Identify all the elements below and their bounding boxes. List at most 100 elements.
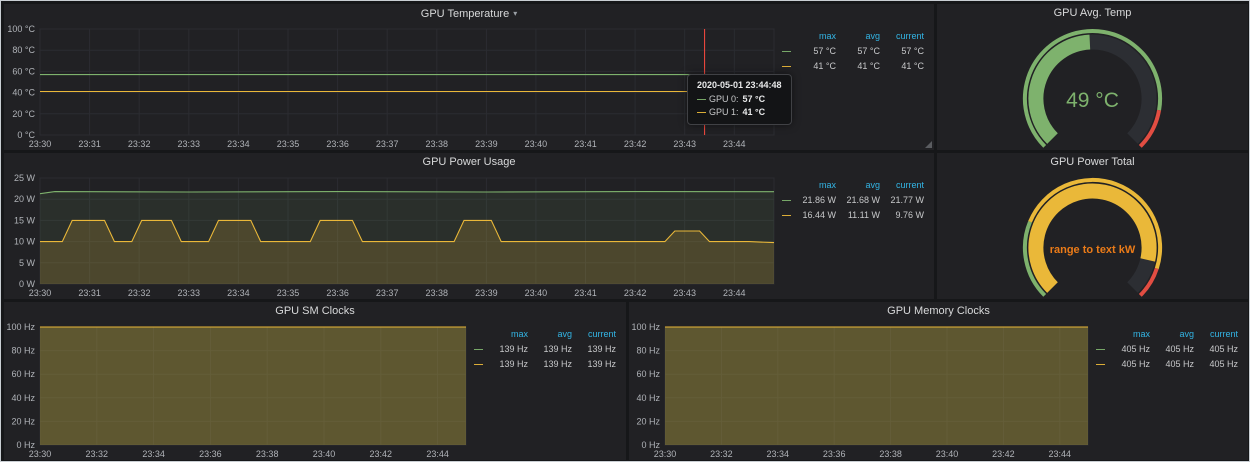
panel-title-gpu-temperature[interactable]: GPU Temperature ▾ bbox=[4, 4, 934, 23]
gpu-sm-clocks-svg: 0 Hz20 Hz40 Hz60 Hz80 Hz100 Hz23:3023:32… bbox=[4, 321, 474, 460]
series-color-dash: — bbox=[782, 61, 791, 71]
legend-value: 41 °C bbox=[836, 59, 880, 74]
legend-sort-avg[interactable]: avg bbox=[836, 178, 880, 193]
gauge-svg bbox=[937, 172, 1248, 299]
legend-value: 21.68 W bbox=[836, 193, 880, 208]
legend-value: 21.77 W bbox=[880, 193, 924, 208]
gauge-svg bbox=[937, 23, 1248, 150]
legend-value: 57 °C bbox=[880, 44, 924, 59]
panel-title-text: GPU Power Total bbox=[1050, 156, 1134, 168]
tooltip-series-row: —GPU 0:57 °C bbox=[697, 93, 782, 106]
legend-sort-current[interactable]: current bbox=[880, 29, 924, 44]
legend-series-gpu-0[interactable]: —GPU 057 °C57 °C57 °C bbox=[782, 44, 924, 59]
svg-text:100 Hz: 100 Hz bbox=[6, 322, 35, 332]
legend-sort-avg[interactable]: avg bbox=[528, 327, 572, 342]
legend-series-gpu-1[interactable]: —GPU 1405 Hz405 Hz405 Hz bbox=[1096, 357, 1238, 372]
legend-value: 9.76 W bbox=[880, 208, 924, 223]
series-color-dash: — bbox=[782, 46, 791, 56]
series-fill-gpu-1 bbox=[665, 327, 1088, 445]
chevron-down-icon[interactable]: ▾ bbox=[513, 9, 517, 18]
panel-title-gpu-memory-clocks[interactable]: GPU Memory Clocks bbox=[629, 302, 1248, 321]
svg-text:60 °C: 60 °C bbox=[12, 66, 35, 76]
legend-sort-max[interactable]: max bbox=[484, 327, 528, 342]
svg-text:60 Hz: 60 Hz bbox=[636, 369, 660, 379]
legend-value: 405 Hz bbox=[1194, 357, 1238, 372]
tooltip-series-value: 57 °C bbox=[743, 94, 766, 104]
series-color-dash: — bbox=[697, 94, 706, 104]
legend-sort-current[interactable]: current bbox=[1194, 327, 1238, 342]
svg-text:5 W: 5 W bbox=[19, 258, 36, 268]
legend-series-gpu-1[interactable]: —GPU 141 °C41 °C41 °C bbox=[782, 59, 924, 74]
gauge-value-arc bbox=[1036, 191, 1149, 288]
svg-text:80 °C: 80 °C bbox=[12, 45, 35, 55]
svg-text:23:36: 23:36 bbox=[823, 449, 846, 459]
legend-value: 405 Hz bbox=[1194, 342, 1238, 357]
legend-sort-current[interactable]: current bbox=[572, 327, 616, 342]
legend-series-gpu-1[interactable]: —GPU 1139 Hz139 Hz139 Hz bbox=[474, 357, 616, 372]
gpu-sm-clocks-chart[interactable]: 0 Hz20 Hz40 Hz60 Hz80 Hz100 Hz23:3023:32… bbox=[4, 321, 474, 460]
legend-series-gpu-0[interactable]: —GPU 021.86 W21.68 W21.77 W bbox=[782, 193, 924, 208]
svg-text:23:38: 23:38 bbox=[879, 449, 902, 459]
svg-text:80 Hz: 80 Hz bbox=[11, 346, 35, 356]
panel-title-text: GPU Power Usage bbox=[423, 156, 516, 168]
legend-value: 139 Hz bbox=[484, 342, 528, 357]
legend-value: 139 Hz bbox=[572, 342, 616, 357]
legend-sort-max[interactable]: max bbox=[792, 29, 836, 44]
svg-text:23:36: 23:36 bbox=[199, 449, 222, 459]
svg-text:23:40: 23:40 bbox=[313, 449, 336, 459]
legend-value: 41 °C bbox=[880, 59, 924, 74]
series-color-dash: — bbox=[782, 195, 791, 205]
legend-sort-max[interactable]: max bbox=[1106, 327, 1150, 342]
legend-header-row: maxavgcurrent bbox=[782, 178, 924, 193]
svg-text:40 Hz: 40 Hz bbox=[636, 393, 660, 403]
svg-text:23:43: 23:43 bbox=[673, 139, 696, 149]
legend-sort-avg[interactable]: avg bbox=[836, 29, 880, 44]
panel-gpu-sm-clocks: GPU SM Clocks 0 Hz20 Hz40 Hz60 Hz80 Hz10… bbox=[4, 302, 626, 460]
legend-series-gpu-1[interactable]: —GPU 116.44 W11.11 W9.76 W bbox=[782, 208, 924, 223]
legend-series-gpu-0[interactable]: —GPU 0139 Hz139 Hz139 Hz bbox=[474, 342, 616, 357]
legend-value: 405 Hz bbox=[1150, 342, 1194, 357]
svg-text:23:37: 23:37 bbox=[376, 139, 399, 149]
legend-value: 16.44 W bbox=[792, 208, 836, 223]
gpu-memory-clocks-chart[interactable]: 0 Hz20 Hz40 Hz60 Hz80 Hz100 Hz23:3023:32… bbox=[629, 321, 1096, 460]
svg-text:23:39: 23:39 bbox=[475, 139, 498, 149]
legend-value: 41 °C bbox=[792, 59, 836, 74]
svg-text:23:36: 23:36 bbox=[326, 288, 349, 298]
gpu-power-usage-legend: maxavgcurrent—GPU 021.86 W21.68 W21.77 W… bbox=[782, 172, 934, 299]
panel-title-gpu-power-usage[interactable]: GPU Power Usage bbox=[4, 153, 934, 172]
gpu-memory-clocks-svg: 0 Hz20 Hz40 Hz60 Hz80 Hz100 Hz23:3023:32… bbox=[629, 321, 1096, 460]
gpu-power-usage-chart[interactable]: 0 W5 W10 W15 W20 W25 W23:3023:3123:3223:… bbox=[4, 172, 782, 299]
svg-text:23:44: 23:44 bbox=[1049, 449, 1072, 459]
svg-text:20 Hz: 20 Hz bbox=[636, 416, 660, 426]
panel-title-text: GPU Temperature bbox=[421, 8, 509, 20]
tooltip-timestamp: 2020-05-01 23:44:48 bbox=[697, 80, 782, 90]
panel-gpu-avg-temp: GPU Avg. Temp 49 °C bbox=[937, 4, 1248, 150]
panel-title-gpu-sm-clocks[interactable]: GPU SM Clocks bbox=[4, 302, 626, 321]
svg-text:23:37: 23:37 bbox=[376, 288, 399, 298]
panel-title-gpu-avg-temp[interactable]: GPU Avg. Temp bbox=[937, 4, 1248, 23]
svg-text:23:34: 23:34 bbox=[142, 449, 165, 459]
legend-value: 139 Hz bbox=[484, 357, 528, 372]
panel-title-gpu-power-total[interactable]: GPU Power Total bbox=[937, 153, 1248, 172]
svg-text:100 Hz: 100 Hz bbox=[631, 322, 660, 332]
legend-header-row: maxavgcurrent bbox=[782, 29, 924, 44]
panel-title-text: GPU Memory Clocks bbox=[887, 305, 990, 317]
legend-value: 57 °C bbox=[792, 44, 836, 59]
panel-resize-handle[interactable] bbox=[925, 141, 932, 148]
gpu-temperature-chart[interactable]: 0 °C20 °C40 °C60 °C80 °C100 °C23:3023:31… bbox=[4, 23, 782, 150]
legend-series-gpu-0[interactable]: —GPU 0405 Hz405 Hz405 Hz bbox=[1096, 342, 1238, 357]
gpu-avg-temp-gauge bbox=[937, 23, 1248, 150]
tooltip-series-name: GPU 1: bbox=[709, 107, 739, 117]
svg-text:23:39: 23:39 bbox=[475, 288, 498, 298]
series-color-dash: — bbox=[474, 344, 483, 354]
svg-text:23:33: 23:33 bbox=[178, 139, 201, 149]
legend-sort-avg[interactable]: avg bbox=[1150, 327, 1194, 342]
gpu-memory-clocks-legend: maxavgcurrent—GPU 0405 Hz405 Hz405 Hz—GP… bbox=[1096, 321, 1248, 460]
svg-text:23:30: 23:30 bbox=[29, 449, 52, 459]
series-color-dash: — bbox=[1096, 359, 1105, 369]
svg-text:23:44: 23:44 bbox=[723, 288, 746, 298]
svg-text:23:42: 23:42 bbox=[370, 449, 393, 459]
legend-sort-current[interactable]: current bbox=[880, 178, 924, 193]
svg-text:23:42: 23:42 bbox=[624, 139, 647, 149]
legend-sort-max[interactable]: max bbox=[792, 178, 836, 193]
